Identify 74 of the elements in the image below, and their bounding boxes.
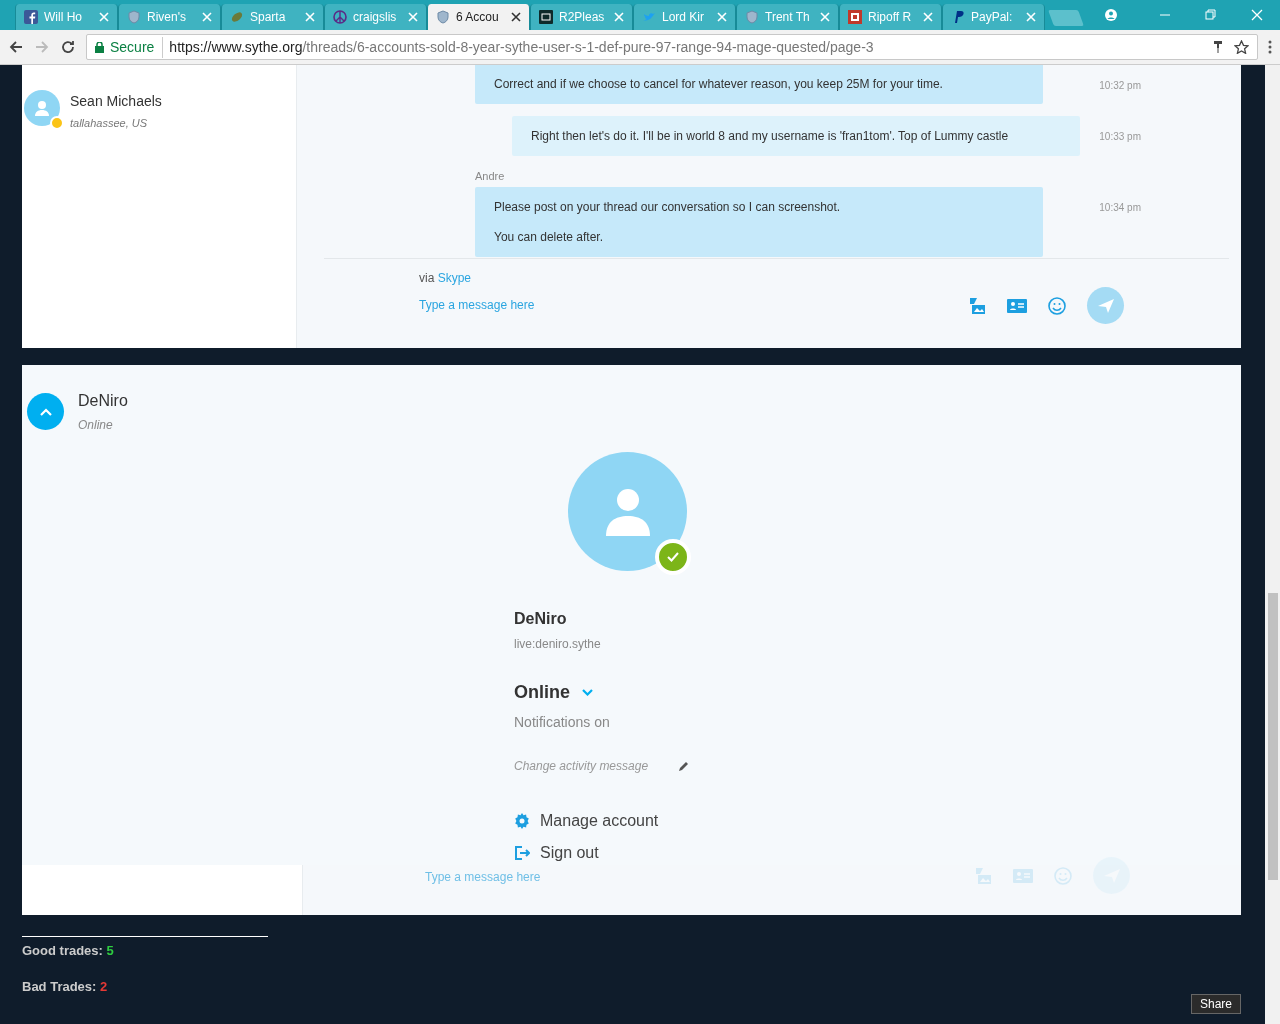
send-icon — [1096, 297, 1115, 314]
close-icon[interactable] — [511, 12, 521, 22]
browser-tab[interactable]: PayPal: — [942, 4, 1045, 30]
browser-tab[interactable]: craigslis — [324, 4, 427, 30]
message-text: You can delete after. — [494, 228, 604, 246]
collapse-button[interactable] — [27, 393, 64, 430]
skype-link[interactable]: Skype — [437, 271, 472, 285]
url-text: https://www.sythe.org/threads/6-accounts-sold-8-year-sythe-user-s-1-def-pure-97-range-94-mage-quested/page-3 — [169, 37, 874, 57]
pin-icon[interactable] — [1212, 40, 1224, 54]
message-time: 10:34 pm — [1099, 200, 1141, 215]
chevron-down-icon — [582, 689, 593, 696]
menu-icon[interactable] — [1268, 40, 1272, 54]
activity-message-field[interactable]: Change activity message — [514, 757, 664, 775]
reload-icon[interactable] — [60, 39, 76, 55]
browser-tab[interactable]: Will Ho — [15, 4, 118, 30]
trade-count: Bad Trades: 2 — [22, 977, 109, 996]
forward-icon[interactable] — [34, 39, 50, 55]
contact-name: Sean Michaels — [70, 92, 162, 111]
profile-menu-item[interactable]: Manage account — [514, 809, 690, 833]
peace-icon — [333, 10, 347, 24]
chevron-up-icon — [39, 407, 52, 416]
lock-icon — [95, 41, 104, 53]
image-icon[interactable] — [967, 295, 987, 316]
share-button[interactable]: Share — [1191, 994, 1241, 1014]
browser-tab[interactable]: Trent Th — [736, 4, 839, 30]
r2-icon — [539, 10, 553, 24]
facebook-icon — [24, 10, 38, 24]
notifications-text: Notifications on — [514, 713, 611, 732]
restore-icon[interactable] — [1204, 8, 1218, 22]
new-tab-button[interactable] — [1048, 10, 1084, 26]
via-line: via Skype — [419, 270, 472, 287]
gear-icon — [514, 813, 530, 829]
leaf-icon — [230, 10, 244, 24]
pencil-icon[interactable] — [678, 760, 690, 772]
browser-tab[interactable]: Riven's — [118, 4, 221, 30]
online-badge — [655, 539, 691, 575]
trade-count: Good trades: 5 — [22, 942, 115, 960]
browser-tab[interactable]: Ripoff R — [839, 4, 942, 30]
contact-card-icon[interactable] — [1007, 298, 1027, 313]
message-input[interactable]: Type a message here — [419, 296, 819, 314]
browser-tab[interactable]: 6 Accou — [427, 4, 530, 30]
secure-label: Secure — [110, 36, 164, 58]
browser-tab[interactable]: Lord Kir — [633, 4, 736, 30]
person-icon — [33, 99, 51, 117]
shield-icon — [127, 10, 141, 24]
message-text: Correct and if we choose to cancel for whatever reason, you keep 25M for your time. — [494, 76, 944, 93]
profile-name: DeNiro — [78, 391, 128, 411]
status-dropdown[interactable]: Online — [514, 679, 690, 706]
scrollbar[interactable] — [1265, 65, 1280, 1024]
profile-icon[interactable] — [1104, 8, 1118, 22]
star-icon[interactable] — [1234, 40, 1249, 54]
profile-name: DeNiro — [514, 609, 568, 629]
message-time: 10:33 pm — [1099, 130, 1141, 144]
away-badge — [50, 116, 64, 130]
send-button[interactable] — [1087, 287, 1124, 324]
profile-menu-item[interactable]: Sign out — [514, 841, 690, 865]
message-time: 10:32 pm — [1099, 79, 1141, 93]
sender-name: Andre — [475, 169, 506, 184]
report-icon — [848, 10, 862, 24]
address-bar[interactable]: Secure https://www.sythe.org/threads/6-accounts-sold-8-year-sythe-user-s-1-def-pure-97-range-94-mage-quested/page-3 — [86, 34, 1258, 60]
shield-icon — [745, 10, 759, 24]
message-input[interactable]: Type a message here — [425, 868, 565, 886]
back-icon[interactable] — [8, 39, 24, 55]
message-text: Right then let's do it. I'll be in world 8 and my username is 'fran1tom'. Top of Lummy castle — [531, 128, 1010, 145]
shield-icon — [436, 10, 450, 24]
message-text: Please post on your thread our conversation so I can screenshot. — [494, 198, 842, 216]
skype-id: live:deniro.sythe — [514, 636, 602, 653]
emoji-icon[interactable] — [1047, 295, 1067, 316]
sign-out-icon — [514, 845, 530, 861]
status-text: Online — [78, 417, 114, 434]
browser-tab[interactable]: Sparta — [221, 4, 324, 30]
browser-tab[interactable]: R2Pleas — [530, 4, 633, 30]
person-icon — [604, 487, 651, 536]
contact-location: tallahassee, US — [70, 116, 149, 131]
